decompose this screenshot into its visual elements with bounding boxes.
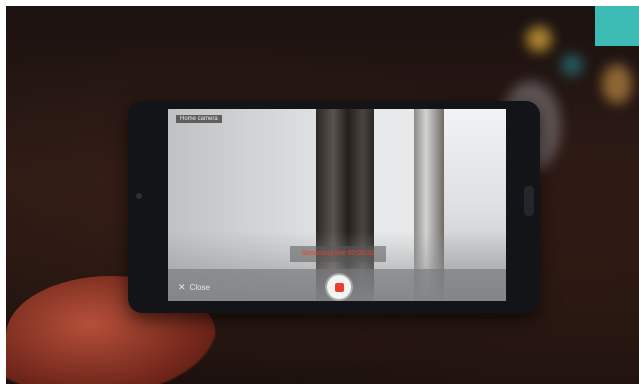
- camera-mode-tag: Home camera: [176, 115, 222, 123]
- recording-status: Streaming live 00:00:32: [290, 246, 386, 262]
- bokeh-light: [561, 54, 583, 76]
- record-stop-icon: [334, 282, 344, 292]
- phone-home-button: [524, 186, 534, 216]
- bokeh-light: [526, 26, 552, 52]
- bokeh-light: [602, 64, 632, 104]
- close-icon: ✕: [178, 282, 186, 292]
- camera-viewfinder: Home camera Streaming live 00:00:32 ✕ Cl…: [168, 109, 506, 301]
- camera-controls-bar: ✕ Close: [168, 269, 506, 301]
- accent-corner: [595, 6, 639, 46]
- smartphone: Home camera Streaming live 00:00:32 ✕ Cl…: [128, 101, 540, 313]
- close-label: Close: [189, 283, 210, 292]
- close-button[interactable]: ✕ Close: [178, 282, 210, 293]
- phone-camera: [136, 193, 142, 199]
- photo-frame: Home camera Streaming live 00:00:32 ✕ Cl…: [6, 6, 639, 384]
- record-stop-button[interactable]: [327, 275, 351, 299]
